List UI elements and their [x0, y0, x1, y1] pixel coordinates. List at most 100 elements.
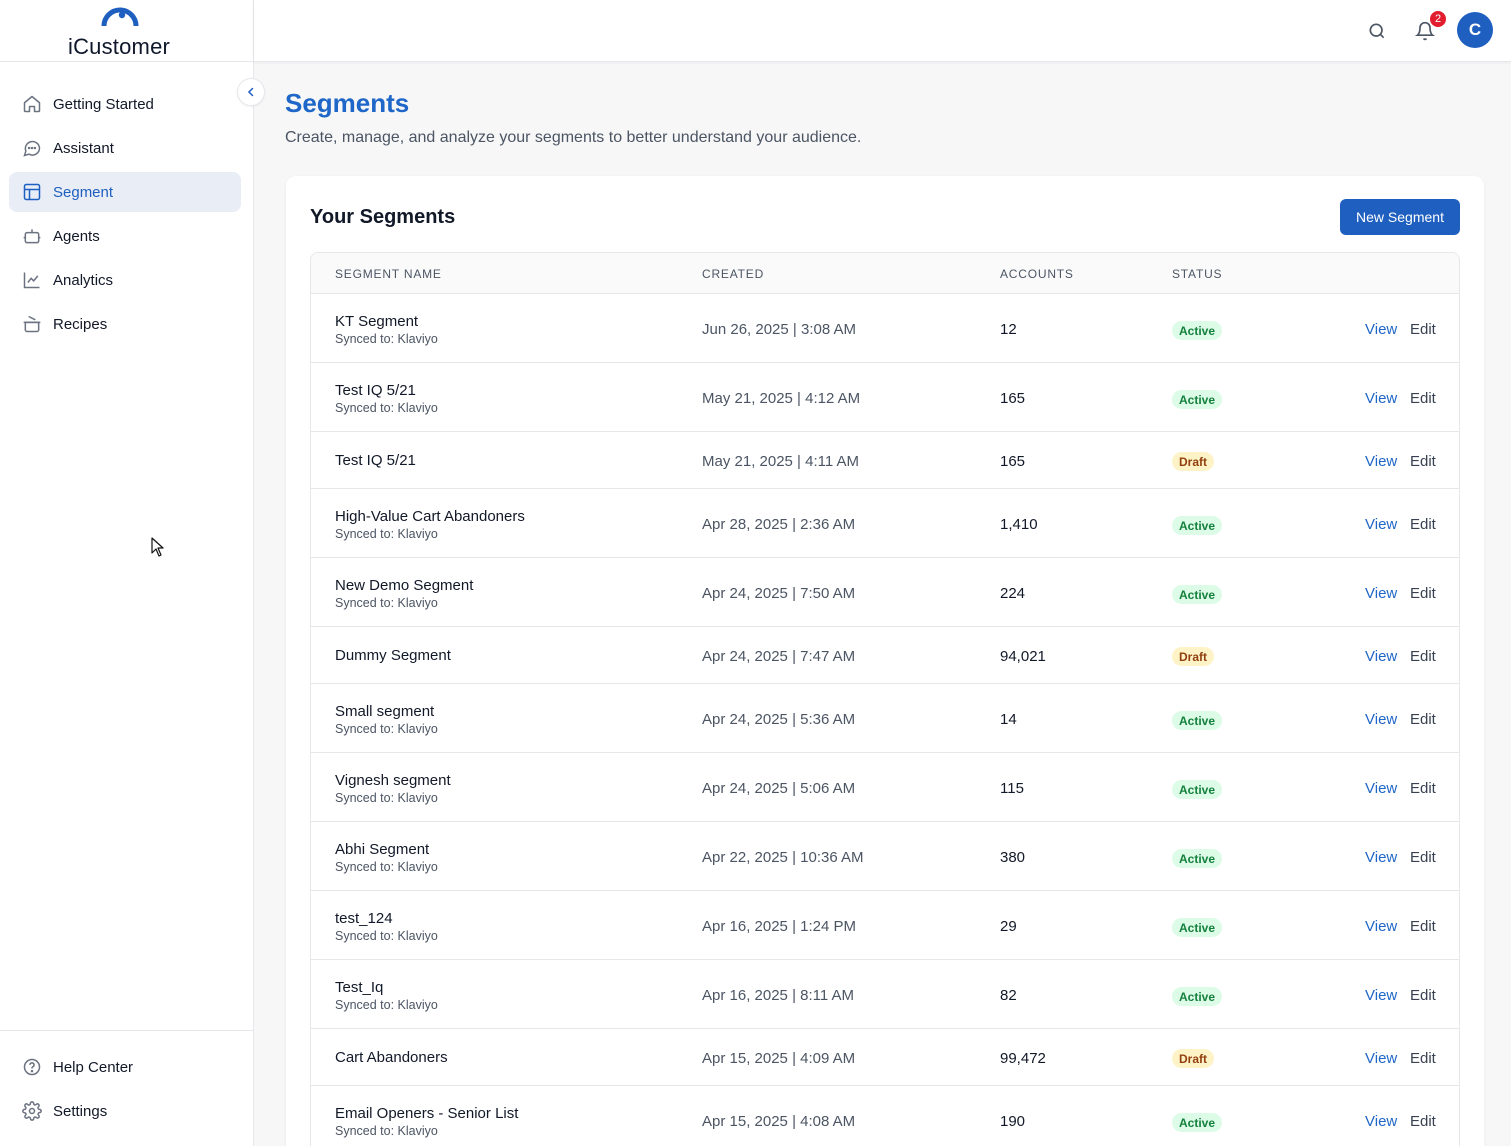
table-body: KT Segment Synced to: Klaviyo Jun 26, 2025… [311, 294, 1459, 1146]
segment-accounts: 190 [1000, 1113, 1026, 1130]
edit-link[interactable]: Edit [1410, 453, 1436, 470]
status-badge: Draft [1172, 1049, 1215, 1068]
segment-sync-target: Synced to: Klaviyo [335, 860, 438, 874]
edit-link[interactable]: Edit [1410, 648, 1436, 665]
line-chart-icon [22, 270, 42, 290]
table-row[interactable]: test_124 Synced to: Klaviyo Apr 16, 2025 |… [311, 891, 1459, 960]
avatar[interactable]: C [1457, 12, 1493, 48]
view-link[interactable]: View [1365, 585, 1397, 602]
segment-created: Apr 15, 2025 | 4:09 AM [702, 1050, 856, 1067]
view-link[interactable]: View [1365, 780, 1397, 797]
table-row[interactable]: Small segment Synced to: Klaviyo Apr 24, 2… [311, 684, 1459, 753]
table-row[interactable]: Cart Abandoners Apr 15, 2025 | 4:09 AM 99,… [311, 1029, 1459, 1086]
segment-created: Jun 26, 2025 | 3:08 AM [702, 321, 857, 338]
edit-link[interactable]: Edit [1410, 711, 1436, 728]
table-row[interactable]: New Demo Segment Synced to: Klaviyo Apr 24… [311, 558, 1459, 627]
view-link[interactable]: View [1365, 390, 1397, 407]
search-icon [1369, 23, 1385, 39]
segment-sync-target: Synced to: Klaviyo [335, 998, 438, 1012]
sidebar-item-assistant[interactable]: Assistant [9, 128, 241, 168]
segment-name: test_124 [335, 910, 393, 927]
chat-bubble-icon [22, 138, 42, 158]
edit-link[interactable]: Edit [1410, 987, 1436, 1004]
view-link[interactable]: View [1365, 987, 1397, 1004]
help-circle-icon [22, 1057, 42, 1077]
bot-icon [22, 226, 42, 246]
table-header: SEGMENT NAME CREATED ACCOUNTS STATUS [311, 253, 1459, 294]
segment-created: Apr 16, 2025 | 1:24 PM [702, 918, 856, 935]
edit-link[interactable]: Edit [1410, 780, 1436, 797]
table-row[interactable]: Dummy Segment Apr 24, 2025 | 7:47 AM 94,02… [311, 627, 1459, 684]
edit-link[interactable]: Edit [1410, 849, 1436, 866]
view-link[interactable]: View [1365, 516, 1397, 533]
new-segment-button[interactable]: New Segment [1340, 199, 1460, 235]
page-subtitle: Create, manage, and analyze your segment… [285, 129, 862, 146]
segment-created: Apr 28, 2025 | 2:36 AM [702, 516, 856, 533]
edit-link[interactable]: Edit [1410, 390, 1436, 407]
segment-sync-target: Synced to: Klaviyo [335, 527, 438, 541]
table-row[interactable]: KT Segment Synced to: Klaviyo Jun 26, 2025… [311, 294, 1459, 363]
sidebar-item-recipes[interactable]: Recipes [9, 304, 241, 344]
table-row[interactable]: Test IQ 5/21 Synced to: Klaviyo May 21, 20… [311, 363, 1459, 432]
segment-sync-target: Synced to: Klaviyo [335, 791, 438, 805]
segment-name: Email Openers - Senior List [335, 1105, 519, 1122]
status-badge: Active [1172, 711, 1223, 730]
view-link[interactable]: View [1365, 849, 1397, 866]
table-row[interactable]: Vignesh segment Synced to: Klaviyo Apr 24,… [311, 753, 1459, 822]
logo-mark-icon [101, 7, 139, 27]
status-badge: Active [1172, 849, 1223, 868]
edit-link[interactable]: Edit [1410, 918, 1436, 935]
segment-name: High-Value Cart Abandoners [335, 508, 525, 525]
segment-accounts: 29 [1000, 918, 1017, 935]
view-link[interactable]: View [1365, 711, 1397, 728]
table-row[interactable]: Abhi Segment Synced to: Klaviyo Apr 22, 20… [311, 822, 1459, 891]
segments-card: Your Segments New Segment SEGMENT NAME C… [286, 176, 1484, 1146]
view-link[interactable]: View [1365, 648, 1397, 665]
column-header-status[interactable]: STATUS [1172, 267, 1222, 281]
view-link[interactable]: View [1365, 1050, 1397, 1067]
view-link[interactable]: View [1365, 453, 1397, 470]
segment-name: New Demo Segment [335, 577, 474, 594]
sidebar-item-help-center[interactable]: Help Center [9, 1047, 244, 1087]
table-row[interactable]: High-Value Cart Abandoners Synced to: Kla… [311, 489, 1459, 558]
logo[interactable]: iCustomer [0, 0, 253, 62]
column-header-accounts[interactable]: ACCOUNTS [1000, 267, 1074, 281]
search-button[interactable] [1365, 19, 1389, 43]
sidebar-item-settings[interactable]: Settings [9, 1091, 244, 1131]
sidebar-item-agents[interactable]: Agents [9, 216, 241, 256]
segment-accounts: 82 [1000, 987, 1017, 1004]
sidebar-item-analytics[interactable]: Analytics [9, 260, 241, 300]
table-row[interactable]: Test IQ 5/21 May 21, 2025 | 4:11 AM 165 Dra… [311, 432, 1459, 489]
sidebar-item-label: Recipes [53, 315, 108, 333]
edit-link[interactable]: Edit [1410, 516, 1436, 533]
edit-link[interactable]: Edit [1410, 585, 1436, 602]
column-header-created[interactable]: CREATED [702, 267, 764, 281]
segment-created: May 21, 2025 | 4:12 AM [702, 390, 861, 407]
sidebar-item-label: Getting Started [53, 95, 154, 113]
segment-created: Apr 24, 2025 | 5:36 AM [702, 711, 856, 728]
edit-link[interactable]: Edit [1410, 1050, 1436, 1067]
view-link[interactable]: View [1365, 918, 1397, 935]
edit-link[interactable]: Edit [1410, 1113, 1436, 1130]
sidebar-collapse-button[interactable] [237, 78, 265, 106]
status-badge: Draft [1172, 452, 1215, 471]
notifications-button[interactable]: 2 [1413, 11, 1446, 43]
sidebar-item-segment[interactable]: Segment [9, 172, 241, 212]
segment-accounts: 99,472 [1000, 1050, 1046, 1067]
sidebar-item-getting-started[interactable]: Getting Started [9, 84, 241, 124]
view-link[interactable]: View [1365, 1113, 1397, 1130]
segment-sync-target: Synced to: Klaviyo [335, 1124, 438, 1138]
sidebar: iCustomer Getting Started Assistant Segm… [0, 0, 254, 1146]
view-link[interactable]: View [1365, 321, 1397, 338]
segment-name: Test IQ 5/21 [335, 452, 416, 469]
column-header-segment-name[interactable]: SEGMENT NAME [335, 267, 442, 281]
table-row[interactable]: Test_Iq Synced to: Klaviyo Apr 16, 2025 | … [311, 960, 1459, 1029]
cooking-pot-icon [22, 314, 42, 334]
status-badge: Active [1172, 918, 1223, 937]
segment-sync-target: Synced to: Klaviyo [335, 929, 438, 943]
segment-sync-target: Synced to: Klaviyo [335, 332, 438, 346]
segment-name: Dummy Segment [335, 647, 451, 664]
table-row[interactable]: Email Openers - Senior List Synced to: Kl… [311, 1086, 1459, 1146]
edit-link[interactable]: Edit [1410, 321, 1436, 338]
sidebar-item-label: Assistant [53, 139, 114, 157]
